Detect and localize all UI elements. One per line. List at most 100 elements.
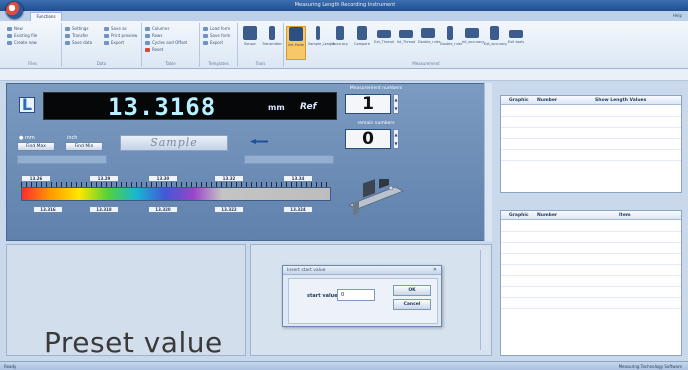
caption-text: Preset value [44,326,223,359]
inch-radio[interactable]: inch [67,135,77,141]
dialog-content: start value 0 OK Cancel [288,278,438,324]
sample-length-button[interactable]: Sample_Length [308,26,335,60]
double-ruler-button[interactable]: Double_ruler [418,26,440,60]
ribbon-item-transfer[interactable]: Transfer [65,33,88,39]
ribbon-item-reset[interactable]: Reset [145,47,163,53]
measurement-panel-scrollbar[interactable] [484,83,492,241]
ruler-bottom-label: 13.320 [148,206,178,213]
column-graphic[interactable]: Graphic [509,213,529,218]
ribbon-group-title: Files [28,61,37,66]
ruler-top-label: 13.30 [148,175,178,182]
remain-number-spinner[interactable]: ▲ ▼ [393,129,399,149]
measurement-panel: L 13.3168 mm Ref ● mm inch Find Max Find… [6,83,488,241]
int-accuracy-label: Int_accuracy [462,40,485,44]
ruler-top-label: 13.26 [21,175,51,182]
ribbon-item-settings[interactable]: Settings [65,26,88,32]
table-row [501,242,681,243]
ribbon-item-rows[interactable]: Rows [145,33,162,39]
int-thread-button[interactable]: Int_Thread [396,26,416,60]
ribbon-group-title: Templates [208,61,229,66]
ext-thread-label: Ext_Thread [374,40,394,44]
ext-accuracy-button[interactable]: Ext_accuracy [484,26,508,60]
start-value-dialog: Insert start value ✕ start value 0 OK Ca… [282,265,442,327]
measurement-numbers-label: Measurement numbers [349,86,403,91]
accuracy-label: Accuracy [332,42,348,46]
set-mode-label: Set Mode [287,43,305,47]
exit-tools-button[interactable]: Exit tools [506,26,526,60]
status-bar: Ready Measuring Technology Software [0,361,688,370]
ribbon-item-export[interactable]: Export [104,40,124,46]
ribbon-group-title: Data [96,61,107,66]
set-mode-button[interactable]: Set Mode [286,26,306,60]
table-row [501,116,681,117]
lower-pane-scrollbar[interactable] [480,250,488,350]
ribbon-item-create-new[interactable]: Create new [7,40,37,46]
column-number[interactable]: Number [537,98,557,103]
double-ruler-2-label: Double_ruler [440,42,463,46]
table-row [501,149,681,150]
ruler-bottom-label: 13.322 [214,206,244,213]
find-min-button[interactable]: Find Min [65,142,103,151]
table-row [501,253,681,254]
tab-functions[interactable]: Functions [30,12,62,21]
caliper-device-image [348,179,404,215]
cancel-button[interactable]: Cancel [393,299,431,310]
table-row [501,160,681,161]
title-bar: Measuring Length Recording Instrument [0,0,688,11]
sample-length-label: Sample_Length [308,42,335,46]
remain-numbers-label: remain numbers [357,121,395,126]
ribbon-item-save-form[interactable]: Save form [203,33,230,39]
ribbon-group-templates: Load form Save form Export Templates [200,23,238,67]
start-value-input[interactable]: 0 [337,289,375,301]
mm-radio[interactable]: ● mm [19,135,35,141]
sensor-label: Sensor [244,42,256,46]
ribbon-item-cycles-offset[interactable]: Cycles and Offset [145,40,187,46]
close-icon[interactable]: ✕ [433,267,437,273]
double-ruler-2-button[interactable]: Double_ruler [440,26,463,60]
measurement-unit: mm [268,103,285,112]
transmitter-button[interactable]: Transmitter [262,26,282,60]
caliper-icon [316,26,320,40]
ext-thread-button[interactable]: Ext_Thread [374,26,394,60]
int-thread-label: Int_Thread [396,40,416,44]
binoculars-icon [509,30,523,38]
table-row [501,275,681,276]
sensor-icon [243,26,257,40]
exit-tools-label: Exit tools [507,40,525,44]
status-text: Ready [4,364,17,369]
accuracy-button[interactable]: Accuracy [330,26,350,60]
accuracy-icon [336,26,344,40]
measurement-number-spinner[interactable]: ▲ ▼ [393,94,399,114]
ribbon-item-save-as[interactable]: Save as [104,26,127,32]
column-show-length-values[interactable]: Show Length Values [595,98,646,103]
set-mode-icon [289,27,303,41]
help-link[interactable]: Help [673,13,682,18]
table-row [501,297,681,298]
ribbon-item-load-form[interactable]: Load form [203,26,230,32]
ribbon-item-existing-file[interactable]: Existing file [7,33,37,39]
column-graphic[interactable]: Graphic [509,98,529,103]
ribbon-group-tools: Sensor Transmitter Tools [238,23,284,67]
transmitter-icon [269,26,275,40]
table-row [501,308,681,309]
find-max-button[interactable]: Find Max [17,142,55,151]
column-number[interactable]: Number [537,213,557,218]
ruler-top-label: 13.32 [214,175,244,182]
ribbon-item-columns[interactable]: Columns [145,26,169,32]
application-menu-button[interactable] [6,2,23,19]
info-field-right [244,155,334,164]
int-accuracy-button[interactable]: Int_accuracy [462,26,485,60]
compare-button[interactable]: Compare [352,26,372,60]
ribbon-item-save-data[interactable]: Save data [65,40,92,46]
ribbon-item-new[interactable]: New [7,26,23,32]
ext-accuracy-label: Ext_accuracy [484,42,508,46]
remain-number-field[interactable]: 0 [345,129,391,149]
ribbon-group-title: Measurement [412,61,440,66]
ribbon-item-print-preview[interactable]: Print preview [104,33,137,39]
sensor-button[interactable]: Sensor [240,26,260,60]
measurement-number-field[interactable]: 1 [345,94,391,114]
ok-button[interactable]: OK [393,285,431,296]
ribbon-item-template-export[interactable]: Export [203,40,223,46]
column-item[interactable]: Item [619,213,631,218]
toolbar-strip [0,69,688,81]
